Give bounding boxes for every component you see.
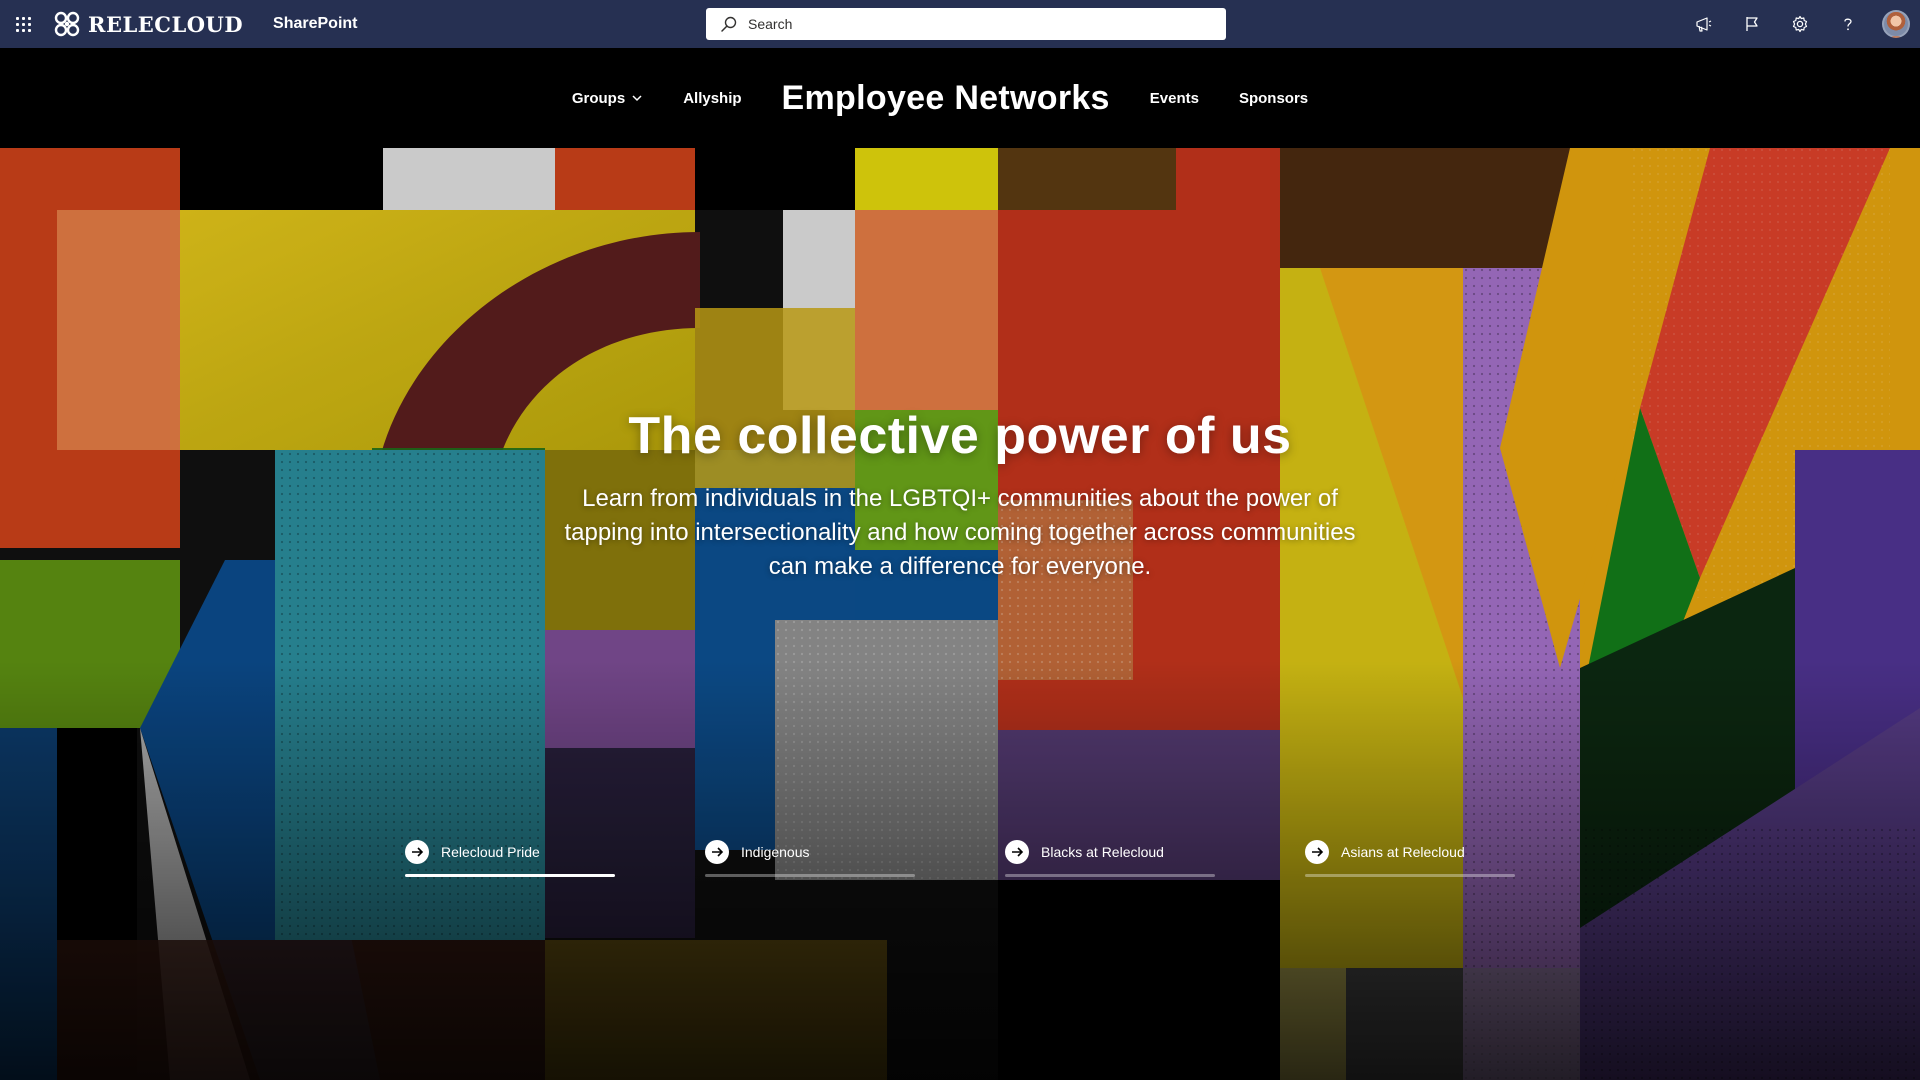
tile-progress-bar: [405, 874, 615, 877]
hero-title: The collective power of us: [628, 407, 1292, 465]
app-launcher-button[interactable]: [0, 0, 46, 48]
site-navigation: Groups Allyship Employee Networks Events…: [0, 48, 1920, 148]
arrow-right-icon: [1305, 840, 1329, 864]
nav-groups-label: Groups: [571, 89, 626, 107]
hero-banner: The collective power of us Learn from in…: [0, 148, 1920, 1080]
tile-label: Indigenous: [741, 844, 810, 860]
flag-icon[interactable]: [1728, 0, 1776, 48]
tile-label: Blacks at Relecloud: [1041, 844, 1164, 860]
tile-label: Relecloud Pride: [441, 844, 540, 860]
tile-blacks-at-relecloud[interactable]: Blacks at Relecloud: [1005, 840, 1215, 877]
tile-indigenous[interactable]: Indigenous: [705, 840, 915, 877]
search-box[interactable]: [706, 8, 1226, 40]
avatar: [1882, 10, 1910, 38]
nav-groups-dropdown[interactable]: Groups: [552, 90, 663, 107]
chevron-down-icon: [632, 95, 642, 102]
tile-relecloud-pride[interactable]: Relecloud Pride: [405, 840, 615, 877]
arrow-right-icon: [705, 840, 729, 864]
app-name-link[interactable]: SharePoint: [273, 15, 357, 33]
nav-events-link[interactable]: Events: [1130, 90, 1219, 107]
megaphone-icon[interactable]: [1680, 0, 1728, 48]
user-avatar-button[interactable]: [1872, 0, 1920, 48]
nav-sponsors-link[interactable]: Sponsors: [1219, 90, 1328, 107]
brand-name: RELECLOUD: [88, 11, 244, 37]
nav-allyship-link[interactable]: Allyship: [663, 90, 761, 107]
site-title[interactable]: Employee Networks: [762, 79, 1130, 118]
hero-subtitle: Learn from individuals in the LGBTQI+ co…: [564, 485, 1356, 580]
arrow-right-icon: [405, 840, 429, 864]
relecloud-logo-icon: [54, 11, 80, 37]
tile-asians-at-relecloud[interactable]: Asians at Relecloud: [1305, 840, 1515, 877]
tile-progress-bar: [1005, 874, 1215, 877]
brand-logo-link[interactable]: RELECLOUD: [54, 11, 243, 37]
help-icon[interactable]: [1824, 0, 1872, 48]
tile-progress-bar: [705, 874, 915, 877]
tile-progress-bar: [1305, 874, 1515, 877]
hero-text: The collective power of us Learn from in…: [0, 406, 1920, 584]
hero-background-art: [0, 148, 1920, 1080]
suite-bar: RELECLOUD SharePoint: [0, 0, 1920, 48]
tile-label: Asians at Relecloud: [1341, 844, 1465, 860]
settings-gear-icon[interactable]: [1776, 0, 1824, 48]
waffle-icon: [15, 16, 31, 32]
suite-actions: [1680, 0, 1920, 48]
arrow-right-icon: [1005, 840, 1029, 864]
search-input[interactable]: [748, 16, 1188, 32]
search-icon: [721, 16, 737, 32]
network-tiles: Relecloud Pride Indigenous Blacks at Rel…: [405, 840, 1515, 877]
